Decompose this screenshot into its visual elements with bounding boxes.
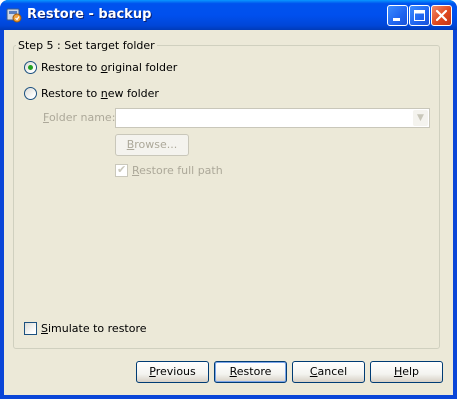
step-group-title: Step 5 : Set target folder: [16, 39, 157, 52]
minimize-icon: [393, 18, 400, 21]
radio-selected-indicator: [24, 61, 37, 74]
checkbox-box: ✔: [115, 163, 128, 177]
folder-name-label: Folder name:: [43, 111, 116, 124]
title-bar[interactable]: Restore - backup: [0, 0, 457, 30]
simulate-restore-label: Simulate to restore: [41, 322, 147, 335]
restore-original-radio[interactable]: Restore to original folder: [24, 61, 184, 75]
checkbox-box: [24, 322, 37, 335]
maximize-icon: [414, 10, 425, 21]
backup-app-icon: [6, 8, 22, 23]
window-title: Restore - backup: [27, 7, 152, 22]
chevron-down-icon[interactable]: ▼: [413, 110, 428, 126]
radio-unselected-indicator: [24, 87, 37, 100]
restore-original-label: Restore to original folder: [41, 61, 178, 74]
dialog-body: Step 5 : Set target folder Restore to or…: [4, 30, 453, 395]
restore-full-path-label: Restore full path: [132, 164, 223, 177]
restore-new-label: Restore to new folder: [41, 87, 159, 100]
restore-window: Restore - backup Step 5 : Set target fol…: [0, 0, 457, 399]
simulate-restore-checkbox[interactable]: Simulate to restore: [24, 322, 147, 336]
restore-full-path-checkbox[interactable]: ✔ Restore full path: [115, 163, 225, 178]
help-button[interactable]: Help: [370, 361, 443, 383]
cancel-button[interactable]: Cancel: [292, 361, 365, 383]
browse-button[interactable]: Browse...: [115, 134, 189, 156]
checkmark-icon: ✔: [117, 163, 127, 176]
close-button[interactable]: [431, 5, 452, 26]
close-icon: [435, 9, 448, 22]
previous-button[interactable]: Previous: [136, 361, 209, 383]
minimize-button[interactable]: [387, 5, 408, 26]
maximize-button[interactable]: [409, 5, 430, 26]
restore-button[interactable]: Restore: [214, 361, 287, 383]
folder-name-combobox[interactable]: ▼: [115, 108, 430, 128]
restore-new-radio[interactable]: Restore to new folder: [24, 87, 164, 101]
